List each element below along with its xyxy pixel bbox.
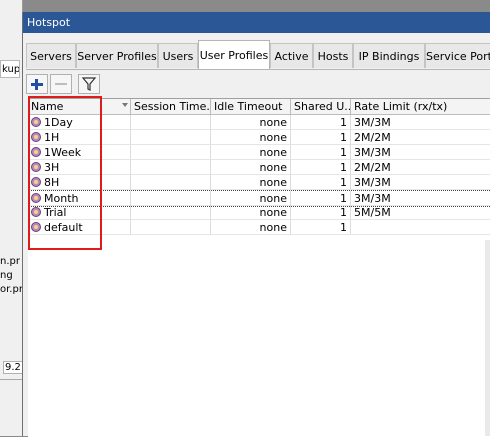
add-button[interactable] xyxy=(26,74,48,94)
table-row[interactable]: default none 1 xyxy=(28,220,490,235)
table-row[interactable]: 8H none 1 3M/3M xyxy=(28,175,490,190)
column-header-shared-users[interactable]: Shared U... xyxy=(291,99,351,115)
background-fragment: ng xyxy=(0,270,13,281)
shared-users: 1 xyxy=(291,160,351,175)
profile-name: 3H xyxy=(44,161,60,174)
idle-timeout: none xyxy=(211,160,291,175)
background-fragment: 9.2 xyxy=(3,361,23,374)
filter-button[interactable] xyxy=(78,74,100,94)
rate-limit xyxy=(351,220,490,235)
minus-icon xyxy=(55,83,67,85)
shared-users: 1 xyxy=(291,130,351,145)
profile-icon xyxy=(31,207,41,217)
tab-server-profiles[interactable]: Server Profiles xyxy=(76,43,158,68)
profile-name: 1H xyxy=(44,131,60,144)
table-header: Name Session Time... Idle Timeout Shared… xyxy=(28,99,490,115)
shared-users: 1 xyxy=(291,220,351,235)
shared-users: 1 xyxy=(291,175,351,190)
column-header-rate-limit[interactable]: Rate Limit (rx/tx) xyxy=(351,99,490,115)
tab-servers[interactable]: Servers xyxy=(26,43,76,68)
table-row[interactable]: 3H none 1 2M/2M xyxy=(28,160,490,175)
toolbar xyxy=(26,72,490,96)
table-row[interactable]: 1Week none 1 3M/3M xyxy=(28,145,490,160)
profile-name: 1Day xyxy=(44,116,73,129)
tab-active[interactable]: Active xyxy=(270,43,313,68)
background-fragment: kup xyxy=(0,60,20,78)
table-row[interactable]: 1Day none 1 3M/3M xyxy=(28,115,490,130)
background-window: kup n.pr ng or.pr 9.2 xyxy=(0,0,23,436)
tab-user-profiles[interactable]: User Profiles xyxy=(198,40,270,69)
session-timeout xyxy=(131,191,211,206)
idle-timeout: none xyxy=(211,115,291,130)
session-timeout xyxy=(131,220,211,235)
session-timeout xyxy=(131,115,211,130)
divider xyxy=(0,379,22,380)
tab-users[interactable]: Users xyxy=(158,43,198,68)
idle-timeout: none xyxy=(211,175,291,190)
idle-timeout: none xyxy=(211,130,291,145)
column-header-name[interactable]: Name xyxy=(28,99,131,115)
scrollbar[interactable] xyxy=(485,240,490,436)
rate-limit: 2M/2M xyxy=(351,160,490,175)
rate-limit: 3M/3M xyxy=(351,191,490,206)
column-header-idle-timeout[interactable]: Idle Timeout xyxy=(211,99,291,115)
profile-icon xyxy=(31,222,41,232)
idle-timeout: none xyxy=(211,145,291,160)
profile-icon xyxy=(31,162,41,172)
shared-users: 1 xyxy=(291,115,351,130)
filter-icon xyxy=(81,77,97,91)
hotspot-window: Hotspot Servers Server Profiles Users Us… xyxy=(22,12,490,437)
tab-hosts[interactable]: Hosts xyxy=(313,43,353,68)
sort-caret-icon xyxy=(122,103,128,107)
session-timeout xyxy=(131,145,211,160)
window-title[interactable]: Hotspot xyxy=(23,12,490,33)
profile-icon xyxy=(31,147,41,157)
tab-service-ports[interactable]: Service Ports xyxy=(425,43,490,68)
shared-users: 1 xyxy=(291,191,351,206)
idle-timeout: none xyxy=(211,191,291,206)
user-profiles-table: Name Session Time... Idle Timeout Shared… xyxy=(28,98,490,437)
profile-icon xyxy=(31,193,41,203)
session-timeout xyxy=(131,160,211,175)
tab-bar: Servers Server Profiles Users User Profi… xyxy=(26,40,490,70)
shared-users: 1 xyxy=(291,145,351,160)
profile-icon xyxy=(31,132,41,142)
background-fragment: n.pr xyxy=(0,256,20,267)
rate-limit: 2M/2M xyxy=(351,130,490,145)
idle-timeout: none xyxy=(211,220,291,235)
idle-timeout: none xyxy=(211,205,291,220)
profile-icon xyxy=(31,177,41,187)
table-row[interactable]: Trial none 1 5M/5M xyxy=(28,205,490,220)
rate-limit: 3M/3M xyxy=(351,145,490,160)
session-timeout xyxy=(131,205,211,220)
tab-ip-bindings[interactable]: IP Bindings xyxy=(353,43,425,68)
shared-users: 1 xyxy=(291,205,351,220)
profile-name: Month xyxy=(44,192,79,205)
column-header-session-time[interactable]: Session Time... xyxy=(131,99,211,115)
remove-button[interactable] xyxy=(50,74,72,94)
profile-name: default xyxy=(44,221,83,234)
profile-name: Trial xyxy=(44,206,67,219)
profile-icon xyxy=(31,117,41,127)
profile-name: 8H xyxy=(44,176,60,189)
rate-limit: 3M/3M xyxy=(351,175,490,190)
rate-limit: 3M/3M xyxy=(351,115,490,130)
profile-name: 1Week xyxy=(44,146,82,159)
table-row[interactable]: 1H none 1 2M/2M xyxy=(28,130,490,145)
session-timeout xyxy=(131,175,211,190)
session-timeout xyxy=(131,130,211,145)
rate-limit: 5M/5M xyxy=(351,205,490,220)
background-fragment: or.pr xyxy=(0,284,23,295)
